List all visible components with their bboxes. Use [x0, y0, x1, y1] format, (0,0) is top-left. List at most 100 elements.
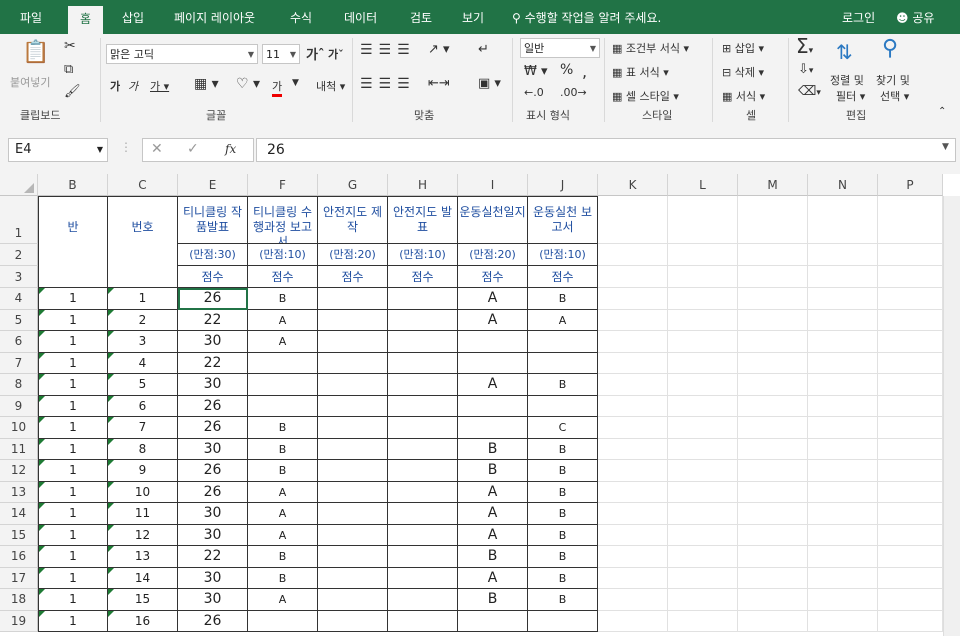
grid-cell[interactable] — [808, 438, 878, 460]
grid-cell[interactable] — [668, 309, 738, 331]
grid-cell[interactable] — [808, 589, 878, 611]
tab-insert[interactable]: 삽입 — [122, 0, 144, 34]
font-size-combo[interactable]: 11 ▼ — [262, 44, 300, 64]
cell-g[interactable] — [318, 589, 388, 611]
cell-class[interactable]: 1 — [38, 417, 108, 439]
sort-filter-icon[interactable]: ⇅ — [836, 40, 853, 64]
grid-cell[interactable] — [808, 567, 878, 589]
grid-cell[interactable] — [878, 244, 943, 266]
cell-grade-j[interactable]: A — [528, 309, 598, 331]
sort-filter-button[interactable]: 정렬 및 — [830, 72, 864, 88]
grid-cell[interactable] — [738, 244, 808, 266]
vertical-align-icons[interactable]: ☰☰☰ — [360, 42, 416, 58]
grid-cell[interactable] — [598, 196, 668, 244]
cell-g[interactable] — [318, 460, 388, 482]
row-header[interactable]: 12 — [0, 460, 38, 482]
row-header[interactable]: 9 — [0, 395, 38, 417]
grid-cell[interactable] — [598, 374, 668, 396]
insert-function-icon[interactable]: fx — [225, 142, 236, 156]
cell-class[interactable]: 1 — [38, 589, 108, 611]
cell-grade-i[interactable]: B — [458, 460, 528, 482]
row-header[interactable]: 15 — [0, 524, 38, 546]
row-header[interactable]: 14 — [0, 503, 38, 525]
formula-input[interactable]: 26 — [256, 138, 956, 162]
cell-class[interactable]: 1 — [38, 546, 108, 568]
column-header[interactable]: C — [108, 174, 178, 196]
grid-cell[interactable] — [878, 266, 943, 288]
format-table-button[interactable]: ▦ 표 서식 ▾ — [612, 64, 669, 80]
cell-number[interactable]: 10 — [108, 481, 178, 503]
grid-cell[interactable] — [668, 567, 738, 589]
tab-file[interactable]: 파일 — [20, 0, 42, 34]
cell-grade-j[interactable]: B — [528, 524, 598, 546]
login-button[interactable]: 로그인 — [842, 0, 875, 36]
grid-cell[interactable] — [878, 481, 943, 503]
cell-h[interactable] — [388, 610, 458, 632]
cell-g[interactable] — [318, 438, 388, 460]
grid-cell[interactable] — [668, 524, 738, 546]
grid-cell[interactable] — [808, 524, 878, 546]
cell-grade-f[interactable]: B — [248, 460, 318, 482]
tab-page-layout[interactable]: 페이지 레이아웃 — [174, 0, 255, 34]
grid-cell[interactable] — [878, 546, 943, 568]
delete-cells-button[interactable]: ⊟ 삭제 ▾ — [722, 64, 764, 80]
cell-number[interactable]: 9 — [108, 460, 178, 482]
grid-cell[interactable] — [738, 196, 808, 244]
cell-grade-f[interactable] — [248, 395, 318, 417]
cell-h[interactable] — [388, 503, 458, 525]
row-header[interactable]: 4 — [0, 288, 38, 310]
insert-cells-button[interactable]: ⊞ 삽입 ▾ — [722, 40, 764, 56]
cut-icon[interactable]: ✂ — [64, 38, 76, 54]
cell-grade-i[interactable]: B — [458, 438, 528, 460]
grid-cell[interactable] — [808, 546, 878, 568]
grid-cell[interactable] — [878, 288, 943, 310]
cell-number[interactable]: 3 — [108, 331, 178, 353]
cell-grade-j[interactable] — [528, 331, 598, 353]
cell-h[interactable] — [388, 481, 458, 503]
grid-cell[interactable] — [878, 331, 943, 353]
grid-cell[interactable] — [668, 288, 738, 310]
cell-grade-i[interactable]: A — [458, 309, 528, 331]
header-h-title[interactable]: 안전지도 발표 — [388, 196, 458, 244]
grid-cell[interactable] — [668, 460, 738, 482]
copy-icon[interactable]: ⧉ — [64, 62, 73, 77]
cell-class[interactable]: 1 — [38, 374, 108, 396]
grid-cell[interactable] — [598, 481, 668, 503]
cell-grade-j[interactable]: B — [528, 374, 598, 396]
header-f-title[interactable]: 티니클링 수행과정 보고서 — [248, 196, 318, 244]
sort-filter-sublabel[interactable]: 필터 ▾ — [836, 88, 865, 104]
cell-h[interactable] — [388, 395, 458, 417]
tab-review[interactable]: 검토 — [410, 0, 432, 34]
find-select-sublabel[interactable]: 선택 ▾ — [880, 88, 909, 104]
cell-score-e[interactable]: 30 — [178, 567, 248, 589]
grid-cell[interactable] — [738, 331, 808, 353]
grid-cell[interactable] — [878, 438, 943, 460]
phonetic-icon[interactable]: 내척 ▾ — [316, 78, 345, 94]
grid-cell[interactable] — [738, 438, 808, 460]
cell-g[interactable] — [318, 481, 388, 503]
cell-grade-i[interactable]: A — [458, 503, 528, 525]
percent-icon[interactable]: % — [560, 62, 573, 78]
share-button[interactable]: ☻ 공유 — [896, 0, 934, 36]
collapse-ribbon-icon[interactable]: ⌃ — [938, 106, 946, 117]
grid-cell[interactable] — [808, 196, 878, 244]
row-header[interactable]: 5 — [0, 309, 38, 331]
cell-grade-f[interactable]: A — [248, 309, 318, 331]
grid-cell[interactable] — [878, 196, 943, 244]
cell-grade-f[interactable] — [248, 374, 318, 396]
row-header[interactable]: 11 — [0, 438, 38, 460]
cell-grade-i[interactable]: A — [458, 567, 528, 589]
cell-class[interactable]: 1 — [38, 288, 108, 310]
header-e-max[interactable]: (만점:30) — [178, 244, 248, 266]
grid-cell[interactable] — [808, 352, 878, 374]
grid-cell[interactable] — [738, 481, 808, 503]
column-header[interactable]: K — [598, 174, 668, 196]
grid-cell[interactable] — [808, 481, 878, 503]
grid-cell[interactable] — [808, 610, 878, 632]
bold-icon[interactable]: 가 — [110, 78, 120, 94]
grid-cell[interactable] — [808, 244, 878, 266]
grid-cell[interactable] — [878, 589, 943, 611]
grid-cell[interactable] — [668, 589, 738, 611]
row-header[interactable]: 6 — [0, 331, 38, 353]
cell-score-e[interactable]: 26 — [178, 610, 248, 632]
